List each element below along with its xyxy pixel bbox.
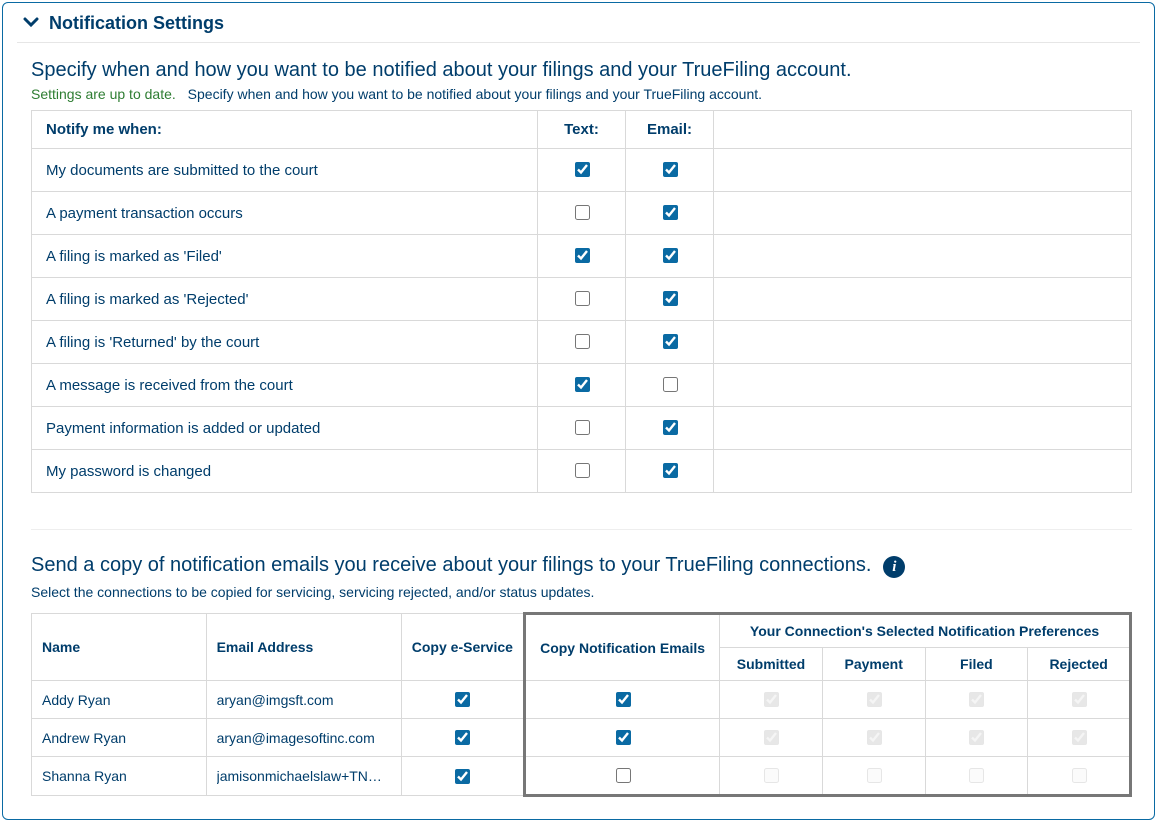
- pref-rejected-checkbox: [1072, 768, 1087, 783]
- chevron-down-icon: [23, 13, 39, 34]
- notification-settings-panel: Notification Settings Specify when and h…: [2, 2, 1155, 820]
- pref-payment-checkbox: [867, 768, 882, 783]
- notify-text-checkbox[interactable]: [575, 377, 590, 392]
- panel-title: Notification Settings: [49, 13, 224, 34]
- pref-submitted-checkbox: [764, 692, 779, 707]
- notify-email-checkbox[interactable]: [663, 463, 678, 478]
- notify-header-label: Notify me when:: [32, 111, 538, 149]
- notify-row-label: A message is received from the court: [32, 364, 538, 407]
- notify-text-checkbox[interactable]: [575, 248, 590, 263]
- table-row: Addy Ryanaryan@imgsft.com: [32, 681, 1131, 719]
- pref-rejected-checkbox: [1072, 692, 1087, 707]
- blank-cell: [714, 407, 1132, 450]
- info-icon[interactable]: i: [883, 556, 905, 578]
- connections-desc: Select the connections to be copied for …: [31, 584, 1132, 600]
- section-title: Specify when and how you want to be noti…: [31, 59, 1132, 82]
- notify-header-blank: [714, 111, 1132, 149]
- connections-table: Name Email Address Copy e-Service Copy N…: [31, 612, 1132, 797]
- sub-description: Specify when and how you want to be noti…: [188, 86, 762, 102]
- table-row: My documents are submitted to the court: [32, 149, 1132, 192]
- notify-text-checkbox[interactable]: [575, 162, 590, 177]
- conn-email: aryan@imgsft.com: [206, 681, 401, 719]
- conn-header-rejected: Rejected: [1028, 648, 1131, 681]
- conn-header-copy-eservice: Copy e-Service: [401, 614, 524, 681]
- notify-table: Notify me when: Text: Email: My document…: [31, 110, 1132, 493]
- blank-cell: [714, 149, 1132, 192]
- panel-header[interactable]: Notification Settings: [3, 3, 1154, 40]
- connections-title: Send a copy of notification emails you r…: [31, 554, 871, 576]
- pref-payment-checkbox: [867, 692, 882, 707]
- notify-row-label: My password is changed: [32, 450, 538, 493]
- pref-filed-checkbox: [969, 768, 984, 783]
- table-row: Payment information is added or updated: [32, 407, 1132, 450]
- conn-header-copy-notif: Copy Notification Emails: [524, 614, 719, 681]
- table-row: A filing is marked as 'Filed': [32, 235, 1132, 278]
- conn-header-prefs: Your Connection's Selected Notification …: [720, 614, 1131, 648]
- notify-text-checkbox[interactable]: [575, 463, 590, 478]
- pref-filed-checkbox: [969, 692, 984, 707]
- conn-name: Addy Ryan: [32, 681, 207, 719]
- notify-text-checkbox[interactable]: [575, 291, 590, 306]
- table-row: A payment transaction occurs: [32, 192, 1132, 235]
- table-row: A filing is 'Returned' by the court: [32, 321, 1132, 364]
- blank-cell: [714, 321, 1132, 364]
- table-row: My password is changed: [32, 450, 1132, 493]
- pref-payment-checkbox: [867, 730, 882, 745]
- conn-header-payment: Payment: [822, 648, 925, 681]
- copy-eservice-checkbox[interactable]: [455, 769, 470, 784]
- notify-email-checkbox[interactable]: [663, 162, 678, 177]
- copy-notif-checkbox[interactable]: [616, 768, 631, 783]
- status-text: Settings are up to date.: [31, 86, 176, 102]
- pref-rejected-checkbox: [1072, 730, 1087, 745]
- notify-text-checkbox[interactable]: [575, 205, 590, 220]
- conn-header-name: Name: [32, 614, 207, 681]
- copy-eservice-checkbox[interactable]: [455, 692, 470, 707]
- copy-notif-checkbox[interactable]: [616, 730, 631, 745]
- notify-text-checkbox[interactable]: [575, 420, 590, 435]
- notify-text-checkbox[interactable]: [575, 334, 590, 349]
- pref-filed-checkbox: [969, 730, 984, 745]
- conn-header-email: Email Address: [206, 614, 401, 681]
- pref-submitted-checkbox: [764, 768, 779, 783]
- conn-name: Shanna Ryan: [32, 757, 207, 796]
- table-row: Andrew Ryanaryan@imagesoftinc.com: [32, 719, 1131, 757]
- conn-email: aryan@imagesoftinc.com: [206, 719, 401, 757]
- notify-email-checkbox[interactable]: [663, 377, 678, 392]
- notify-row-label: Payment information is added or updated: [32, 407, 538, 450]
- notify-email-checkbox[interactable]: [663, 248, 678, 263]
- notify-row-label: A filing is marked as 'Rejected': [32, 278, 538, 321]
- conn-header-submitted: Submitted: [720, 648, 823, 681]
- conn-header-filed: Filed: [925, 648, 1028, 681]
- notify-header-email: Email:: [626, 111, 714, 149]
- conn-email: jamisonmichaelslaw+TN@...: [206, 757, 401, 796]
- conn-name: Andrew Ryan: [32, 719, 207, 757]
- notify-row-label: A filing is 'Returned' by the court: [32, 321, 538, 364]
- notify-email-checkbox[interactable]: [663, 420, 678, 435]
- copy-notif-checkbox[interactable]: [616, 692, 631, 707]
- copy-eservice-checkbox[interactable]: [455, 730, 470, 745]
- pref-submitted-checkbox: [764, 730, 779, 745]
- notify-email-checkbox[interactable]: [663, 291, 678, 306]
- notify-header-text: Text:: [538, 111, 626, 149]
- table-row: Shanna Ryanjamisonmichaelslaw+TN@...: [32, 757, 1131, 796]
- blank-cell: [714, 192, 1132, 235]
- blank-cell: [714, 278, 1132, 321]
- blank-cell: [714, 235, 1132, 278]
- table-row: A filing is marked as 'Rejected': [32, 278, 1132, 321]
- notify-row-label: A payment transaction occurs: [32, 192, 538, 235]
- notify-email-checkbox[interactable]: [663, 334, 678, 349]
- notify-row-label: My documents are submitted to the court: [32, 149, 538, 192]
- notify-row-label: A filing is marked as 'Filed': [32, 235, 538, 278]
- blank-cell: [714, 450, 1132, 493]
- table-row: A message is received from the court: [32, 364, 1132, 407]
- notify-email-checkbox[interactable]: [663, 205, 678, 220]
- blank-cell: [714, 364, 1132, 407]
